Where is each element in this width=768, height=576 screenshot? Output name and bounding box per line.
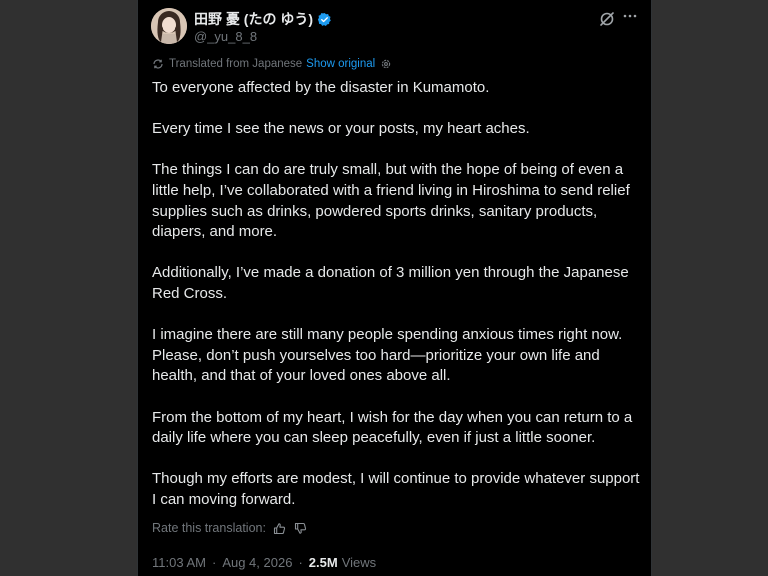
avatar-image bbox=[151, 8, 187, 44]
rate-translation-label: Rate this translation: bbox=[152, 521, 266, 535]
author-name-row: 田野 憂 (たの ゆう) bbox=[194, 9, 332, 29]
views-count: 2.5M bbox=[308, 555, 338, 570]
post-paragraph: I imagine there are still many people sp… bbox=[152, 326, 623, 385]
post-card: 田野 憂 (たの ゆう) @_yu_8_8 Translated from Ja… bbox=[137, 0, 652, 576]
translation-notice: Translated from Japanese Show original bbox=[152, 58, 392, 70]
post-paragraph: The things I can do are truly small, but… bbox=[152, 161, 630, 241]
author-handle[interactable]: @_yu_8_8 bbox=[194, 29, 257, 44]
meta-separator: · bbox=[211, 555, 217, 570]
post-paragraph: Additionally, I’ve made a donation of 3 … bbox=[152, 264, 629, 302]
post-date[interactable]: Aug 4, 2026 bbox=[222, 555, 292, 570]
meta-separator: · bbox=[298, 555, 303, 570]
post-paragraph: To everyone affected by the disaster in … bbox=[152, 79, 490, 96]
post-paragraph: Though my efforts are modest, I will con… bbox=[152, 470, 640, 508]
avatar[interactable] bbox=[151, 8, 187, 44]
post-paragraph: Every time I see the news or your posts,… bbox=[152, 120, 530, 138]
thumbs-up-icon[interactable] bbox=[273, 522, 286, 535]
show-original-link[interactable]: Show original bbox=[306, 58, 375, 70]
post-body: To everyone affected by the disaster in … bbox=[152, 78, 647, 531]
thumbs-down-icon[interactable] bbox=[294, 522, 307, 535]
more-icon[interactable] bbox=[622, 8, 638, 24]
verified-badge-icon bbox=[317, 12, 331, 26]
gear-icon[interactable] bbox=[380, 58, 392, 70]
display-name[interactable]: 田野 憂 (たの ゆう) bbox=[194, 9, 313, 29]
right-backdrop bbox=[652, 0, 768, 576]
post-meta: 11:03 AM · Aug 4, 2026 · 2.5M Views bbox=[152, 555, 376, 570]
translate-icon bbox=[153, 59, 163, 69]
grok-icon[interactable] bbox=[599, 11, 615, 27]
translated-from-label: Translated from Japanese bbox=[169, 58, 303, 70]
views-label: Views bbox=[341, 555, 377, 570]
post-paragraph: From the bottom of my heart, I wish for … bbox=[152, 408, 633, 447]
post-time[interactable]: 11:03 AM bbox=[152, 555, 206, 570]
left-backdrop bbox=[0, 0, 137, 576]
rate-translation: Rate this translation: bbox=[152, 521, 307, 535]
